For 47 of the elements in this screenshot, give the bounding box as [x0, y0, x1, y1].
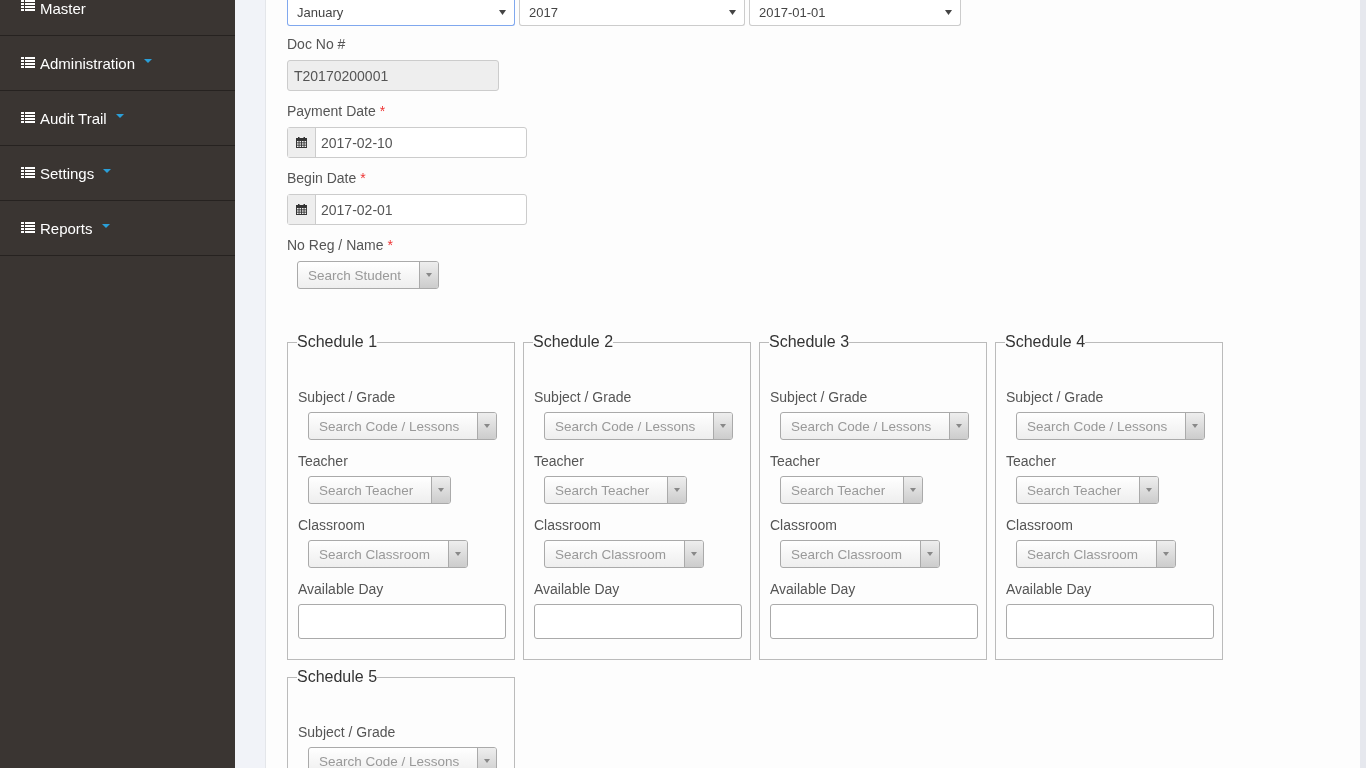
- search-select[interactable]: Search Classroom: [544, 540, 705, 568]
- search-select[interactable]: Search Code / Lessons: [308, 747, 498, 768]
- schedule-title: Schedule 2: [533, 333, 614, 351]
- search-select[interactable]: Search Teacher: [780, 476, 924, 504]
- field-label: Payment Date *: [287, 103, 386, 119]
- search-select[interactable]: Search Classroom: [308, 540, 469, 568]
- field-label: Teacher: [1006, 453, 1056, 469]
- search-select[interactable]: Search Code / Lessons: [780, 412, 970, 440]
- date-field[interactable]: 2017-02-01: [287, 194, 527, 225]
- field-label: Subject / Grade: [1006, 389, 1104, 405]
- student-select[interactable]: Search Student: [297, 261, 440, 289]
- schedule-title: Schedule 3: [769, 333, 850, 351]
- field-label: Available Day: [1006, 581, 1092, 597]
- period-select[interactable]: 2017-01-01: [749, 0, 961, 26]
- field-label: Classroom: [1006, 517, 1073, 533]
- field-label: Subject / Grade: [298, 389, 396, 405]
- field-label: Doc No #: [287, 36, 346, 52]
- field-label: Subject / Grade: [770, 389, 868, 405]
- field-label: Subject / Grade: [298, 724, 396, 740]
- field-label: Teacher: [298, 453, 348, 469]
- period-select[interactable]: 2017: [519, 0, 745, 26]
- doc-no-field[interactable]: T20170200001: [287, 60, 499, 91]
- search-select[interactable]: Search Code / Lessons: [544, 412, 734, 440]
- field-label: Available Day: [298, 581, 384, 597]
- field-label: Classroom: [534, 517, 601, 533]
- period-select[interactable]: January: [287, 0, 515, 26]
- field-label: Teacher: [534, 453, 584, 469]
- search-select[interactable]: Search Teacher: [308, 476, 452, 504]
- field-label: Classroom: [770, 517, 837, 533]
- search-select[interactable]: Search Teacher: [544, 476, 688, 504]
- schedule-title: Schedule 1: [297, 333, 378, 351]
- field-label: Available Day: [534, 581, 620, 597]
- field-label: Begin Date *: [287, 170, 366, 186]
- field-label: No Reg / Name *: [287, 237, 393, 253]
- schedule-title: Schedule 4: [1005, 333, 1086, 351]
- field-label: Subject / Grade: [534, 389, 632, 405]
- sidebar-item[interactable]: Master: [0, 0, 235, 36]
- schedule-title: Schedule 5: [297, 668, 378, 686]
- search-select[interactable]: Search Classroom: [780, 540, 941, 568]
- field-label: Teacher: [770, 453, 820, 469]
- search-select[interactable]: Search Classroom: [1016, 540, 1177, 568]
- field-label: Available Day: [770, 581, 856, 597]
- search-select[interactable]: Search Code / Lessons: [1016, 412, 1206, 440]
- search-select[interactable]: Search Code / Lessons: [308, 412, 498, 440]
- field-label: Classroom: [298, 517, 365, 533]
- search-select[interactable]: Search Teacher: [1016, 476, 1160, 504]
- date-field[interactable]: 2017-02-10: [287, 127, 527, 158]
